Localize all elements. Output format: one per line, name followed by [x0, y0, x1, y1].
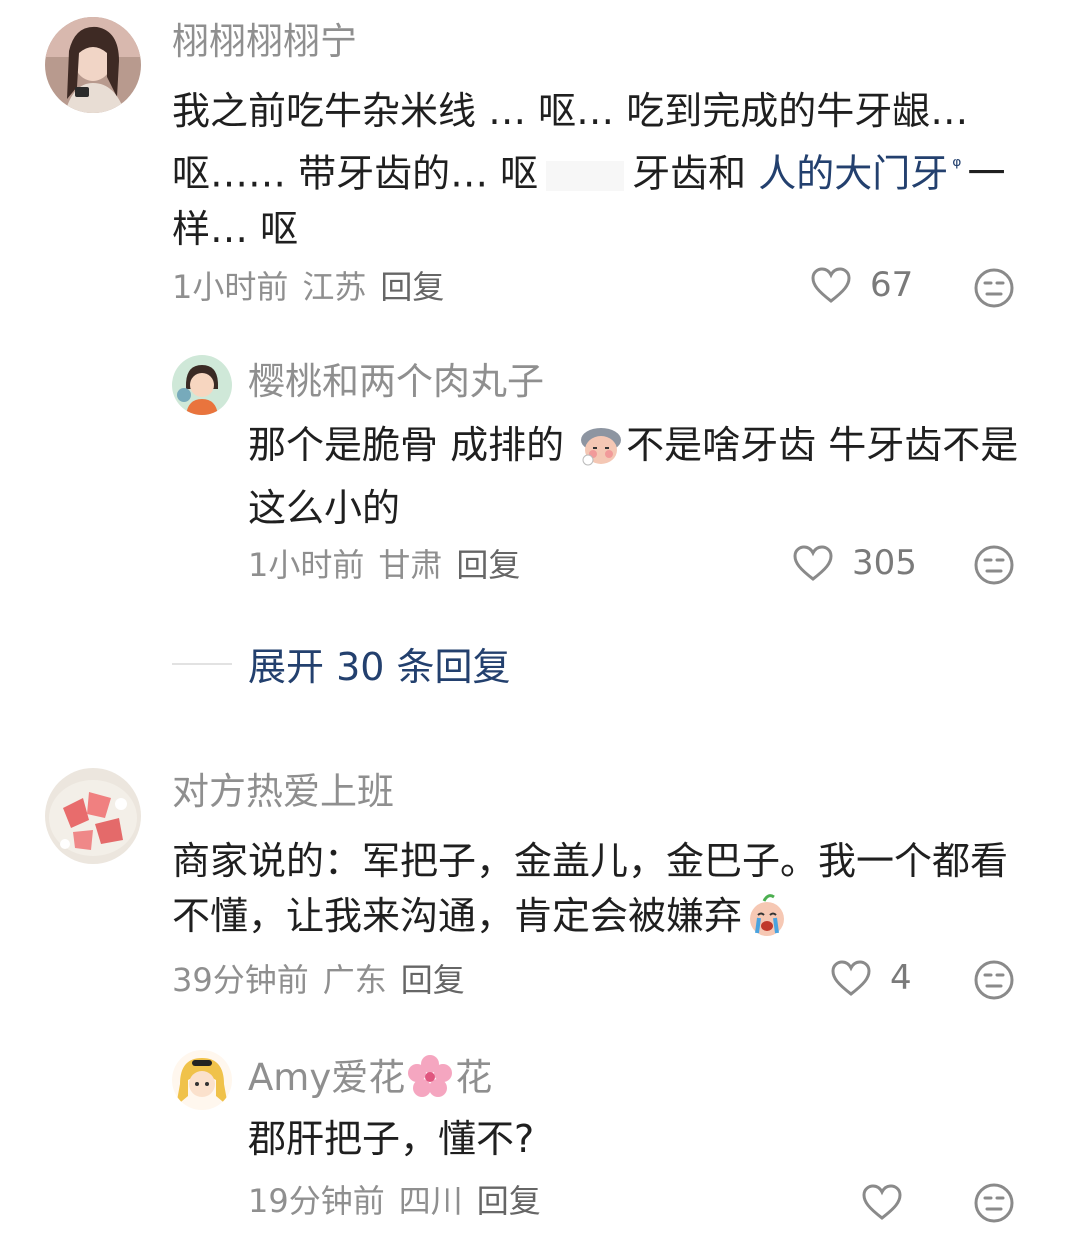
- dislike-face-icon: [974, 960, 1014, 1000]
- username[interactable]: 栩栩栩栩宁: [172, 20, 357, 64]
- location: 江苏: [302, 268, 367, 306]
- like-button[interactable]: 67: [810, 265, 913, 305]
- comment-text: 我之前吃牛杂米线 … 呕… 吃到完成的牛牙龈… 呕…… 带牙齿的… 呕牙齿和 人…: [172, 84, 1022, 257]
- like-count: 4: [890, 958, 912, 998]
- reply-avatar[interactable]: [172, 355, 232, 415]
- reply-text: 那个是脆骨 成排的 不是啥牙齿 牛牙齿不是这么小的: [248, 418, 1028, 536]
- reply-text-part: 那个是脆骨 成排的: [248, 423, 577, 467]
- reply-username-part: Amy爱花: [248, 1056, 406, 1099]
- heart-outline-icon: [831, 960, 871, 996]
- location: 四川: [398, 1182, 463, 1220]
- comment-text-part: 商家说的：军把子，金盖儿，金巴子。我一个都看不懂，让我来沟通，肯定会被嫌弃: [172, 839, 1009, 938]
- reply-meta: 1小时前 甘肃 回复: [248, 545, 534, 585]
- reply-button[interactable]: 回复: [477, 1182, 541, 1220]
- location: 甘肃: [378, 546, 443, 584]
- timestamp: 1小时前: [248, 546, 365, 584]
- reply-text-part: 郡肝把子，懂不?: [248, 1117, 535, 1161]
- timestamp: 1小时前: [172, 268, 289, 306]
- expand-replies-button[interactable]: 展开 30 条回复: [172, 636, 511, 691]
- crying-emoji-icon: [744, 893, 790, 952]
- comment-text-part: 牙齿和: [632, 151, 759, 196]
- reply-avatar[interactable]: [172, 1050, 232, 1110]
- heart-outline-icon: [811, 267, 851, 303]
- dislike-button[interactable]: [973, 959, 1015, 1005]
- search-link[interactable]: 人的大门牙: [758, 152, 948, 196]
- reply-meta: 19分钟前 四川 回复: [248, 1181, 555, 1221]
- like-button[interactable]: 305: [792, 543, 917, 583]
- search-small-icon[interactable]: ᵠ: [952, 154, 961, 179]
- like-button[interactable]: 4: [830, 958, 912, 998]
- like-button[interactable]: [861, 1183, 921, 1221]
- reply-username-part: 花: [455, 1056, 493, 1099]
- dislike-button[interactable]: [973, 544, 1015, 590]
- expand-replies-label: 展开 30 条回复: [248, 645, 511, 689]
- blurred-region: [546, 161, 625, 192]
- reply-button[interactable]: 回复: [456, 546, 520, 584]
- timestamp: 19分钟前: [248, 1182, 385, 1220]
- comment-meta: 39分钟前 广东 回复: [172, 960, 479, 1000]
- location: 广东: [322, 961, 387, 999]
- cherry-blossom-icon: [407, 1054, 453, 1108]
- avatar[interactable]: [45, 768, 141, 864]
- reply-button[interactable]: 回复: [380, 268, 444, 306]
- reply-username[interactable]: 樱桃和两个肉丸子: [248, 360, 544, 404]
- like-count: 67: [870, 265, 914, 305]
- avatar[interactable]: [45, 17, 141, 113]
- dislike-button[interactable]: [973, 1182, 1015, 1228]
- dislike-face-icon: [974, 1183, 1014, 1223]
- divider: [172, 662, 232, 665]
- like-count: 305: [852, 543, 917, 583]
- dislike-button[interactable]: [973, 267, 1015, 313]
- username[interactable]: 对方热爱上班: [172, 770, 394, 814]
- reply-username[interactable]: Amy爱花 花: [248, 1054, 492, 1108]
- timestamp: 39分钟前: [172, 961, 309, 999]
- comment-text: 商家说的：军把子，金盖儿，金巴子。我一个都看不懂，让我来沟通，肯定会被嫌弃: [172, 834, 1022, 952]
- comment-meta: 1小时前 江苏 回复: [172, 267, 458, 307]
- reply-button[interactable]: 回复: [401, 961, 465, 999]
- heart-outline-icon: [793, 545, 833, 581]
- sheep-emoji-icon: [578, 424, 624, 481]
- reply-text: 郡肝把子，懂不?: [248, 1112, 1028, 1167]
- dislike-face-icon: [974, 268, 1014, 308]
- dislike-face-icon: [974, 545, 1014, 585]
- heart-outline-icon: [862, 1184, 902, 1220]
